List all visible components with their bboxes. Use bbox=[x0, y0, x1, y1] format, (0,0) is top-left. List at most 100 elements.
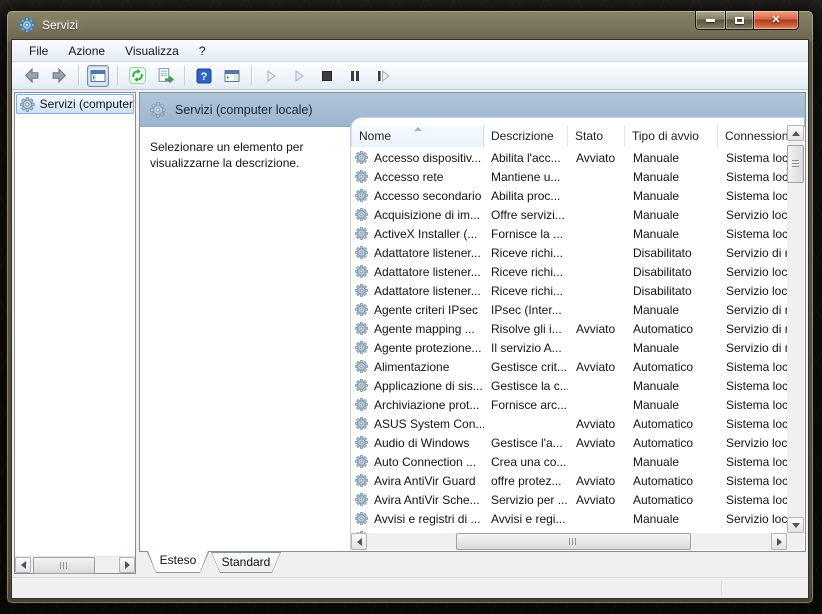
minimize-icon bbox=[706, 19, 715, 22]
back-arrow-icon bbox=[23, 67, 40, 84]
status-pane-divider bbox=[721, 580, 722, 596]
table-row[interactable]: Adattatore listener... Riceve richi... D… bbox=[351, 243, 787, 262]
toolbar-separator bbox=[184, 66, 185, 86]
service-gear-icon bbox=[355, 227, 368, 240]
restart-service-button[interactable] bbox=[372, 65, 394, 87]
table-row[interactable]: Acquisizione di im... Offre servizi... M… bbox=[351, 205, 787, 224]
action-pane-icon bbox=[224, 68, 240, 84]
menu-help[interactable]: ? bbox=[190, 41, 215, 61]
tree-horizontal-scrollbar[interactable] bbox=[15, 556, 135, 573]
stop-icon bbox=[319, 68, 335, 84]
close-icon: ✕ bbox=[771, 15, 780, 26]
table-row[interactable]: Auto Connection ... Crea una co... Manua… bbox=[351, 452, 787, 471]
service-gear-icon bbox=[355, 455, 368, 468]
table-row[interactable]: Agente protezione... Il servizio A... Ma… bbox=[351, 338, 787, 357]
service-gear-icon bbox=[355, 512, 368, 525]
stop-service-button[interactable] bbox=[316, 65, 338, 87]
status-bar bbox=[12, 577, 808, 598]
scroll-up-button[interactable] bbox=[787, 125, 804, 141]
menu-file[interactable]: File bbox=[20, 41, 57, 61]
column-header-descrizione[interactable]: Descrizione bbox=[484, 125, 568, 147]
table-row[interactable]: ActiveX Installer (... Fornisce la ... M… bbox=[351, 224, 787, 243]
service-gear-icon bbox=[355, 170, 368, 183]
service-gear-icon bbox=[355, 322, 368, 335]
table-row[interactable]: Audio di Windows Gestisce l'a... Avviato… bbox=[351, 433, 787, 452]
table-row[interactable]: Accesso rete Mantiene u... Manuale Siste… bbox=[351, 167, 787, 186]
service-rows: Accesso dispositiv... Abilita l'acc... A… bbox=[351, 148, 787, 533]
scroll-right-button[interactable] bbox=[771, 533, 787, 550]
back-button[interactable] bbox=[20, 65, 42, 87]
table-row[interactable]: Avvisi e registri di ... Avvisi e regi..… bbox=[351, 509, 787, 528]
table-row[interactable]: Accesso secondario Abilita proc... Manua… bbox=[351, 186, 787, 205]
forward-arrow-icon bbox=[51, 67, 68, 84]
console-tree-icon bbox=[90, 68, 106, 84]
list-vertical-scrollbar[interactable] bbox=[787, 125, 804, 533]
minimize-button[interactable] bbox=[695, 11, 725, 30]
table-row[interactable]: Accesso dispositiv... Abilita l'acc... A… bbox=[351, 148, 787, 167]
play-icon bbox=[291, 68, 307, 84]
maximize-button[interactable] bbox=[725, 11, 754, 30]
table-row[interactable]: Agente mapping ... Risolve gli i... Avvi… bbox=[351, 319, 787, 338]
menu-visualizza[interactable]: Visualizza bbox=[116, 41, 188, 61]
service-gear-icon bbox=[355, 246, 368, 259]
table-row[interactable]: ASUS System Con... Avviato Automatico Si… bbox=[351, 414, 787, 433]
table-row[interactable]: Adattatore listener... Riceve richi... D… bbox=[351, 281, 787, 300]
help-button[interactable]: ? bbox=[193, 65, 215, 87]
scrollbar-thumb[interactable] bbox=[787, 145, 804, 183]
column-header-nome[interactable]: Nome bbox=[351, 125, 484, 147]
list-column-headers: Nome Descrizione Stato Tipo di avvio Con… bbox=[351, 125, 787, 147]
show-console-tree-button[interactable] bbox=[87, 65, 109, 87]
scroll-left-icon bbox=[357, 538, 362, 546]
export-list-icon bbox=[157, 67, 174, 84]
window-title: Servizi bbox=[42, 18, 78, 32]
table-row[interactable]: Alimentazione Gestisce crit... Avviato A… bbox=[351, 357, 787, 376]
scroll-right-button[interactable] bbox=[119, 557, 135, 573]
service-gear-icon bbox=[355, 208, 368, 221]
view-tabs: Esteso Standard bbox=[139, 552, 806, 574]
scroll-down-button[interactable] bbox=[787, 517, 804, 533]
selection-description-hint: Selezionare un elemento per visualizzarn… bbox=[150, 139, 350, 171]
service-gear-icon bbox=[355, 493, 368, 506]
title-bar[interactable]: Servizi bbox=[7, 11, 813, 39]
close-button[interactable]: ✕ bbox=[754, 11, 799, 30]
pause-service-button[interactable] bbox=[344, 65, 366, 87]
panel-title: Servizi (computer locale) bbox=[175, 103, 313, 117]
thumb-grip bbox=[60, 562, 68, 569]
client-area: File Azione Visualizza ? bbox=[11, 39, 809, 599]
services-gear-icon bbox=[150, 102, 166, 118]
scroll-left-button[interactable] bbox=[351, 533, 367, 550]
column-header-connessione[interactable]: Connessione bbox=[718, 125, 787, 147]
export-list-button[interactable] bbox=[154, 65, 176, 87]
table-row[interactable]: Avira AntiVir Guard offre protez... Avvi… bbox=[351, 471, 787, 490]
caption-buttons: ✕ bbox=[695, 11, 799, 30]
list-horizontal-scrollbar[interactable] bbox=[351, 533, 787, 550]
show-action-pane-button[interactable] bbox=[221, 65, 243, 87]
tab-standard[interactable]: Standard bbox=[211, 552, 281, 573]
tab-esteso[interactable]: Esteso bbox=[147, 552, 209, 573]
scroll-left-button[interactable] bbox=[15, 557, 31, 573]
refresh-button[interactable] bbox=[126, 65, 148, 87]
tree-item-services-root[interactable]: Servizi (computer bbox=[16, 94, 134, 114]
services-gear-icon bbox=[19, 17, 35, 33]
table-row[interactable]: Applicazione di sis... Gestisce la c... … bbox=[351, 376, 787, 395]
play-icon bbox=[263, 68, 279, 84]
services-list-panel: Nome Descrizione Stato Tipo di avvio Con… bbox=[350, 117, 804, 550]
forward-button[interactable] bbox=[48, 65, 70, 87]
toolbar-separator bbox=[251, 66, 252, 86]
table-row[interactable]: Agente criteri IPsec IPsec (Inter... Man… bbox=[351, 300, 787, 319]
service-gear-icon bbox=[355, 360, 368, 373]
services-gear-icon bbox=[20, 97, 35, 112]
service-gear-icon bbox=[355, 474, 368, 487]
menu-azione[interactable]: Azione bbox=[59, 41, 114, 61]
start-service-button[interactable] bbox=[260, 65, 282, 87]
column-header-stato[interactable]: Stato bbox=[568, 125, 625, 147]
table-row[interactable]: Avira AntiVir Sche... Servizio per ... A… bbox=[351, 490, 787, 509]
scrollbar-thumb[interactable] bbox=[33, 557, 95, 574]
help-icon: ? bbox=[196, 68, 212, 84]
column-header-tipo-di-avvio[interactable]: Tipo di avvio bbox=[625, 125, 718, 147]
table-row[interactable]: Adattatore listener... Riceve richi... D… bbox=[351, 262, 787, 281]
resume-service-button[interactable] bbox=[288, 65, 310, 87]
scrollbar-thumb[interactable] bbox=[456, 533, 691, 550]
thumb-grip bbox=[792, 160, 799, 168]
table-row[interactable]: Archiviazione prot... Fornisce arc... Ma… bbox=[351, 395, 787, 414]
